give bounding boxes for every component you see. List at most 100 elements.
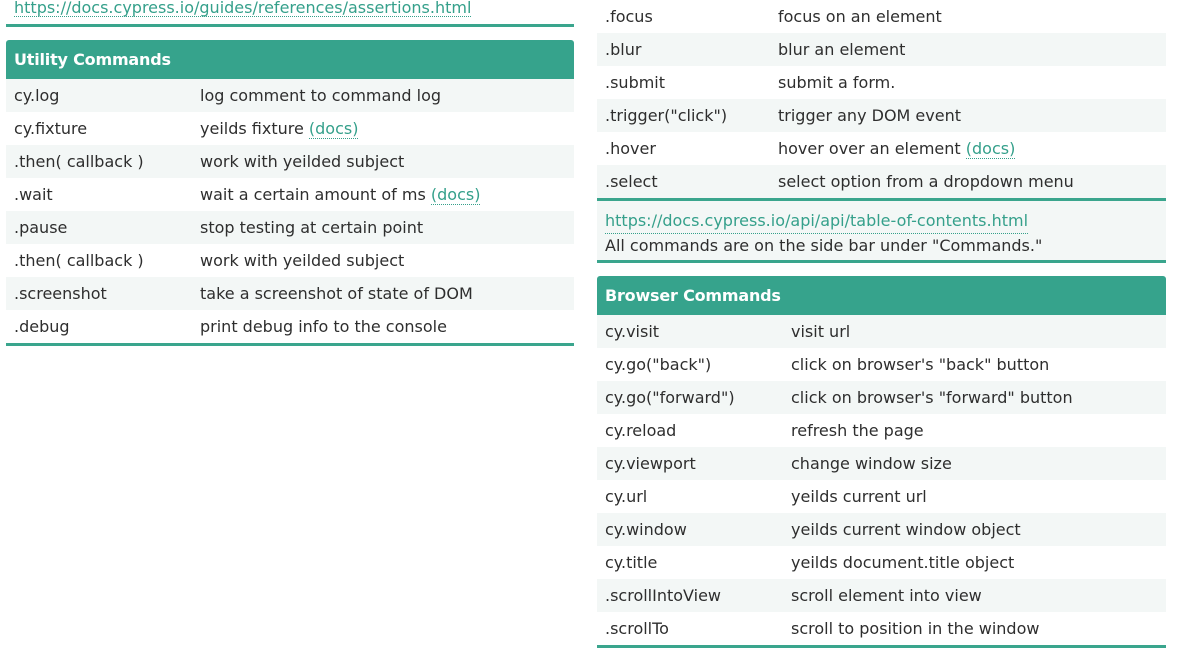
description-text: select option from a dropdown menu [778, 172, 1074, 191]
command-name: cy.log [14, 86, 60, 105]
api-note-text: All commands are on the side bar under "… [605, 236, 1043, 255]
assertions-url-block: https://docs.cypress.io/guides/reference… [6, 0, 574, 27]
command-description: work with yeilded subject [200, 244, 404, 277]
command-description: print debug info to the console [200, 310, 447, 343]
table-row: cy.window yeilds current window object [597, 513, 1166, 546]
utility-commands-section: Utility Commands cy.log log comment to co… [6, 40, 574, 346]
command-name: .wait [14, 185, 53, 204]
api-contents-link[interactable]: https://docs.cypress.io/api/api/table-of… [605, 209, 1029, 234]
description-text: take a screenshot of state of DOM [200, 284, 473, 303]
description-text: change window size [791, 454, 952, 473]
command-description: change window size [791, 447, 952, 480]
table-row: .select select option from a dropdown men… [597, 165, 1166, 198]
description-text: stop testing at certain point [200, 218, 424, 237]
docs-link[interactable]: (docs) [308, 119, 359, 139]
command-description: wait a certain amount of ms (docs) [200, 178, 481, 211]
table-row: .blur blur an element [597, 33, 1166, 66]
description-text: hover over an element [778, 139, 961, 158]
description-text: wait a certain amount of ms [200, 185, 426, 204]
command-name: .submit [605, 73, 666, 92]
command-name: .screenshot [14, 284, 107, 303]
command-description: visit url [791, 315, 850, 348]
command-name: .then( callback ) [14, 251, 144, 270]
description-text: print debug info to the console [200, 317, 447, 336]
table-row: cy.log log comment to command log [6, 79, 574, 112]
table-row: .scrollTo scroll to position in the windo… [597, 612, 1166, 645]
command-name: .pause [14, 218, 68, 237]
command-name: cy.visit [605, 322, 660, 341]
description-text: yeilds document.title object [791, 553, 1015, 572]
docs-link[interactable]: (docs) [430, 185, 481, 205]
description-text: yeilds current url [791, 487, 927, 506]
assertions-docs-link[interactable]: https://docs.cypress.io/guides/reference… [14, 0, 472, 17]
command-name: cy.url [605, 487, 648, 506]
description-text: submit a form. [778, 73, 896, 92]
command-description: scroll to position in the window [791, 612, 1039, 645]
command-description: hover over an element (docs) [778, 132, 1016, 165]
command-name: cy.viewport [605, 454, 696, 473]
command-description: take a screenshot of state of DOM [200, 277, 473, 310]
command-description: log comment to command log [200, 79, 441, 112]
utility-commands-table: cy.log log comment to command log cy.fixtu… [6, 79, 574, 346]
element-commands-table: .focus focus on an element .blur blur an el… [597, 0, 1166, 201]
table-row: cy.url yeilds current url [597, 480, 1166, 513]
table-row: .then( callback ) work with yeilded subje… [6, 145, 574, 178]
command-description: yeilds fixture (docs) [200, 112, 359, 145]
api-note-block: https://docs.cypress.io/api/api/table-of… [597, 201, 1166, 263]
command-description: yeilds current window object [791, 513, 1021, 546]
command-description: focus on an element [778, 0, 942, 33]
command-description: refresh the page [791, 414, 924, 447]
description-text: click on browser's "forward" button [791, 388, 1073, 407]
table-row: .hover hover over an element (docs) [597, 132, 1166, 165]
table-row: cy.go("back") click on browser's "back" b… [597, 348, 1166, 381]
command-description: click on browser's "back" button [791, 348, 1049, 381]
table-row: .screenshot take a screenshot of state of… [6, 277, 574, 310]
command-name: .select [605, 172, 658, 191]
command-description: blur an element [778, 33, 905, 66]
table-row: .focus focus on an element [597, 0, 1166, 33]
command-name: .scrollIntoView [605, 586, 722, 605]
command-description: stop testing at certain point [200, 211, 423, 244]
command-name: .trigger("click") [605, 106, 728, 125]
description-text: blur an element [778, 40, 906, 59]
description-text: click on browser's "back" button [791, 355, 1050, 374]
right-column: .focus focus on an element .blur blur an el… [597, 0, 1166, 648]
command-description: yeilds document.title object [791, 546, 1014, 579]
browser-commands-section: Browser Commands cy.visit visit url cy.go(… [597, 276, 1166, 648]
description-text: scroll to position in the window [791, 619, 1040, 638]
browser-commands-header: Browser Commands [597, 276, 1166, 315]
command-description: yeilds current url [791, 480, 927, 513]
table-row: .scrollIntoView scroll element into view [597, 579, 1166, 612]
command-name: .debug [14, 317, 70, 336]
command-name: .then( callback ) [14, 152, 144, 171]
description-text: yeilds current window object [791, 520, 1021, 539]
command-name: cy.fixture [14, 119, 88, 138]
command-name: cy.go("back") [605, 355, 712, 374]
table-row: cy.fixture yeilds fixture (docs) [6, 112, 574, 145]
command-name: .hover [605, 139, 656, 158]
docs-link[interactable]: (docs) [965, 139, 1016, 159]
description-text: refresh the page [791, 421, 924, 440]
utility-commands-header: Utility Commands [6, 40, 574, 79]
command-description: trigger any DOM event [778, 99, 961, 132]
description-text: work with yeilded subject [200, 152, 405, 171]
command-name: .focus [605, 7, 653, 26]
browser-commands-table: cy.visit visit url cy.go("back") click on b… [597, 315, 1166, 648]
description-text: focus on an element [778, 7, 942, 26]
description-text: work with yeilded subject [200, 251, 405, 270]
description-text: scroll element into view [791, 586, 982, 605]
table-row: .submit submit a form. [597, 66, 1166, 99]
table-row: .trigger("click") trigger any DOM event [597, 99, 1166, 132]
table-row: .pause stop testing at certain point [6, 211, 574, 244]
table-row: .wait wait a certain amount of ms (docs) [6, 178, 574, 211]
command-description: click on browser's "forward" button [791, 381, 1073, 414]
command-description: work with yeilded subject [200, 145, 404, 178]
description-text: trigger any DOM event [778, 106, 961, 125]
command-name: cy.title [605, 553, 658, 572]
table-row: cy.reload refresh the page [597, 414, 1166, 447]
command-description: select option from a dropdown menu [778, 165, 1074, 198]
description-text: visit url [791, 322, 851, 341]
table-row: cy.go("forward") click on browser's "forw… [597, 381, 1166, 414]
table-row: .debug print debug info to the console [6, 310, 574, 343]
left-column: https://docs.cypress.io/guides/reference… [6, 0, 574, 346]
